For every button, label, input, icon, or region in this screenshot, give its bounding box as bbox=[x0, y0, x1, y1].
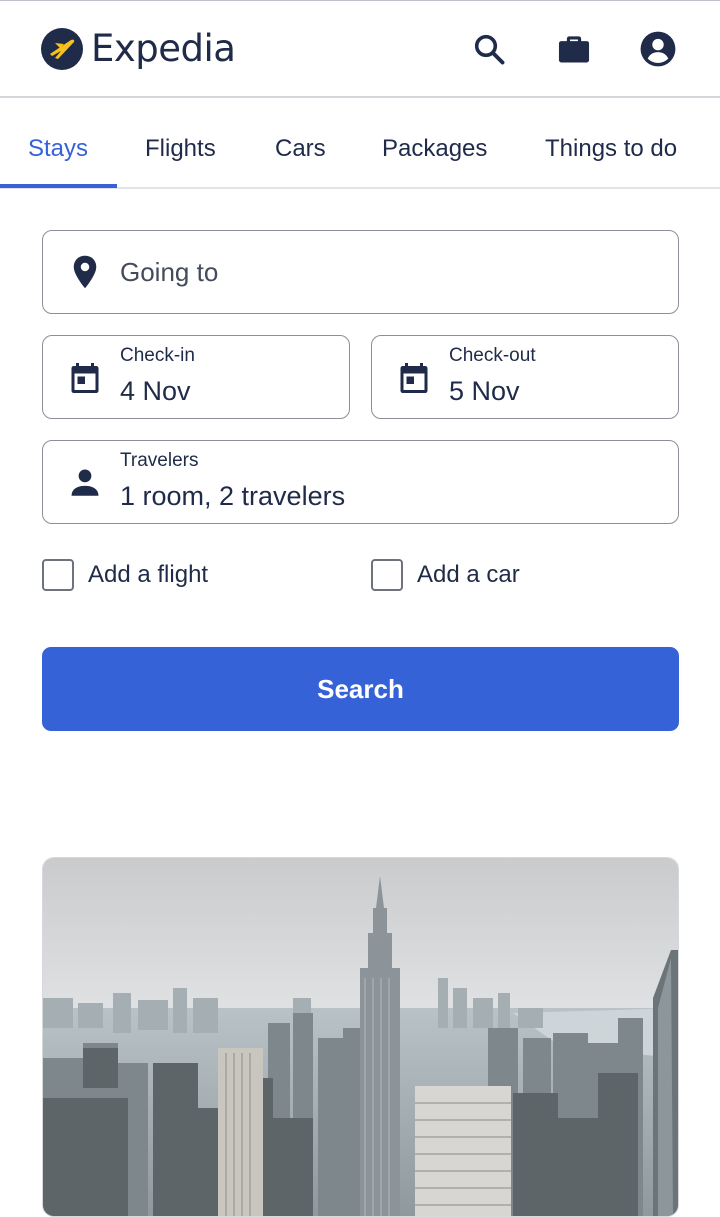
destination-field[interactable]: Going to bbox=[42, 230, 679, 314]
travelers-value: 1 room, 2 travelers bbox=[120, 481, 346, 511]
destination-placeholder: Going to bbox=[120, 257, 219, 287]
add-flight-option[interactable]: Add a flight bbox=[42, 559, 208, 591]
brand-logo[interactable]: Expedia bbox=[41, 27, 236, 70]
person-icon bbox=[65, 463, 105, 503]
search-icon[interactable] bbox=[469, 29, 509, 69]
city-skyline-image bbox=[43, 858, 678, 1216]
active-tab-indicator bbox=[0, 184, 117, 188]
account-icon[interactable] bbox=[638, 29, 678, 69]
destination-photo[interactable] bbox=[42, 857, 679, 1217]
calendar-icon bbox=[65, 358, 105, 398]
location-pin-icon bbox=[67, 253, 103, 291]
search-button[interactable]: Search bbox=[42, 647, 679, 731]
add-flight-label: Add a flight bbox=[88, 561, 209, 588]
tab-packages[interactable]: Packages bbox=[382, 98, 487, 187]
travelers-field[interactable]: Travelers 1 room, 2 travelers bbox=[42, 440, 679, 524]
travelers-label: Travelers bbox=[120, 450, 199, 471]
calendar-icon bbox=[394, 358, 434, 398]
check-out-field[interactable]: Check-out 5 Nov bbox=[371, 335, 679, 419]
app-header: Expedia bbox=[0, 1, 720, 98]
brand-name: Expedia bbox=[91, 27, 236, 70]
briefcase-icon[interactable] bbox=[554, 29, 594, 69]
add-car-label: Add a car bbox=[417, 561, 520, 588]
tab-things-to-do[interactable]: Things to do bbox=[545, 98, 677, 187]
tab-flights[interactable]: Flights bbox=[145, 98, 216, 187]
check-out-label: Check-out bbox=[449, 345, 536, 366]
expedia-logo-icon bbox=[41, 27, 83, 70]
product-tabs: Stays Flights Cars Packages Things to do bbox=[0, 98, 720, 189]
add-car-option[interactable]: Add a car bbox=[371, 559, 520, 591]
check-in-field[interactable]: Check-in 4 Nov bbox=[42, 335, 350, 419]
add-car-checkbox[interactable] bbox=[371, 559, 403, 591]
check-in-label: Check-in bbox=[120, 345, 195, 366]
tab-cars[interactable]: Cars bbox=[275, 98, 326, 187]
check-in-value: 4 Nov bbox=[120, 376, 191, 406]
check-out-value: 5 Nov bbox=[449, 376, 520, 406]
tab-stays[interactable]: Stays bbox=[28, 98, 88, 187]
add-flight-checkbox[interactable] bbox=[42, 559, 74, 591]
